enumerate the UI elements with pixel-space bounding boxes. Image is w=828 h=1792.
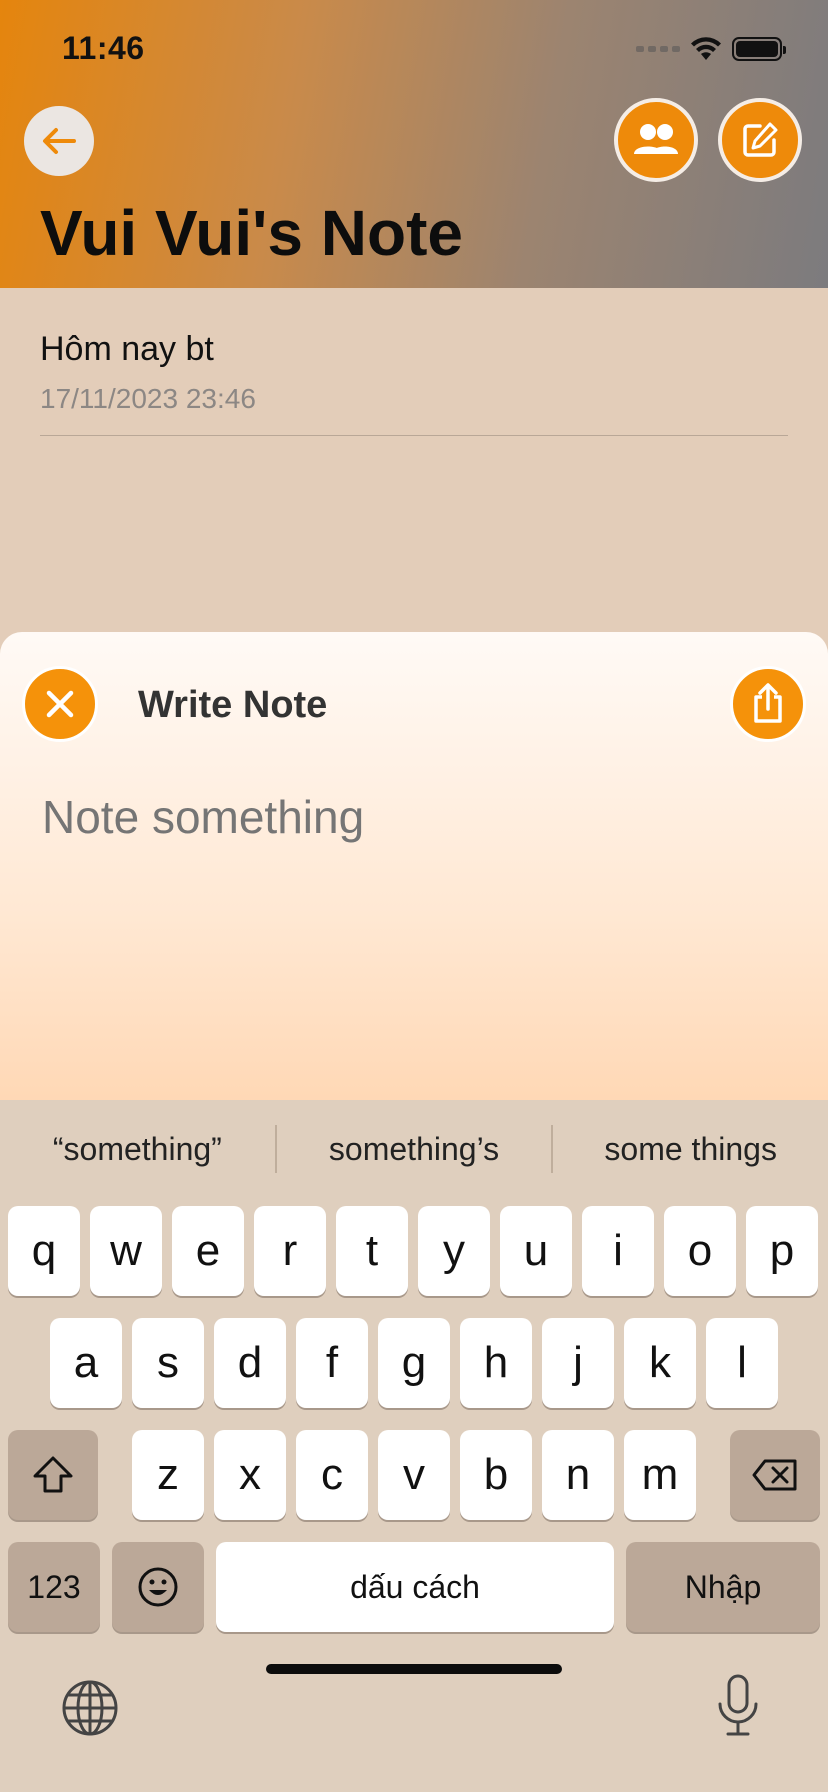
key[interactable]: a bbox=[50, 1318, 122, 1408]
shift-icon bbox=[33, 1456, 73, 1493]
users-icon bbox=[634, 124, 678, 154]
key[interactable]: c bbox=[296, 1430, 368, 1520]
share-upload-icon bbox=[754, 683, 782, 723]
key[interactable]: l bbox=[706, 1318, 778, 1408]
keyboard: “something” something’s some things q w … bbox=[0, 1100, 828, 1792]
compose-note-button[interactable] bbox=[718, 98, 802, 182]
key[interactable]: m bbox=[624, 1430, 696, 1520]
close-button[interactable] bbox=[22, 666, 98, 742]
note-input[interactable] bbox=[42, 782, 782, 852]
suggestion-item[interactable]: something’s bbox=[277, 1131, 552, 1168]
status-time: 11:46 bbox=[62, 30, 145, 66]
key[interactable]: v bbox=[378, 1430, 450, 1520]
key[interactable]: r bbox=[254, 1206, 326, 1296]
compose-icon bbox=[743, 122, 778, 157]
emoji-key[interactable] bbox=[112, 1542, 204, 1632]
key[interactable]: q bbox=[8, 1206, 80, 1296]
backspace-icon bbox=[752, 1459, 797, 1491]
key[interactable]: d bbox=[214, 1318, 286, 1408]
page-title: Vui Vui's Note bbox=[40, 197, 463, 269]
arrow-left-icon bbox=[43, 128, 76, 154]
microphone-icon[interactable] bbox=[716, 1674, 760, 1738]
back-button[interactable] bbox=[24, 106, 94, 176]
note-list: Hôm nay bt 17/11/2023 23:46 bbox=[40, 330, 788, 436]
key[interactable]: t bbox=[336, 1206, 408, 1296]
key[interactable]: j bbox=[542, 1318, 614, 1408]
cellular-signal-icon bbox=[636, 46, 680, 52]
key[interactable]: s bbox=[132, 1318, 204, 1408]
write-note-sheet: Write Note bbox=[0, 632, 828, 1102]
share-users-button[interactable] bbox=[614, 98, 698, 182]
status-icons bbox=[636, 36, 786, 62]
suggestion-bar: “something” something’s some things bbox=[0, 1100, 828, 1198]
key[interactable]: p bbox=[746, 1206, 818, 1296]
save-share-button[interactable] bbox=[730, 666, 806, 742]
home-indicator bbox=[266, 1664, 562, 1674]
note-title: Hôm nay bt bbox=[40, 330, 214, 368]
emoji-icon bbox=[138, 1567, 178, 1607]
key[interactable]: u bbox=[500, 1206, 572, 1296]
key[interactable]: z bbox=[132, 1430, 204, 1520]
header: 11:46 Vui Vui's Note bbox=[0, 0, 828, 288]
key[interactable]: n bbox=[542, 1430, 614, 1520]
note-date: 17/11/2023 23:46 bbox=[40, 383, 256, 414]
wifi-icon bbox=[691, 37, 721, 60]
key[interactable]: h bbox=[460, 1318, 532, 1408]
space-key[interactable]: dấu cách bbox=[216, 1542, 614, 1632]
key[interactable]: w bbox=[90, 1206, 162, 1296]
sheet-title: Write Note bbox=[138, 684, 328, 726]
shift-key[interactable] bbox=[8, 1430, 98, 1520]
key[interactable]: o bbox=[664, 1206, 736, 1296]
suggestion-item[interactable]: some things bbox=[553, 1131, 828, 1168]
key[interactable]: e bbox=[172, 1206, 244, 1296]
key[interactable]: b bbox=[460, 1430, 532, 1520]
close-icon bbox=[46, 690, 74, 718]
delete-key[interactable] bbox=[730, 1430, 820, 1520]
battery-icon bbox=[732, 37, 786, 61]
globe-icon[interactable] bbox=[60, 1678, 120, 1738]
key[interactable]: y bbox=[418, 1206, 490, 1296]
suggestion-item[interactable]: “something” bbox=[0, 1131, 275, 1168]
key[interactable]: x bbox=[214, 1430, 286, 1520]
key[interactable]: f bbox=[296, 1318, 368, 1408]
key[interactable]: k bbox=[624, 1318, 696, 1408]
numbers-key[interactable]: 123 bbox=[8, 1542, 100, 1632]
list-item[interactable]: Hôm nay bt 17/11/2023 23:46 bbox=[40, 330, 788, 436]
key[interactable]: i bbox=[582, 1206, 654, 1296]
return-key[interactable]: Nhập bbox=[626, 1542, 820, 1632]
key[interactable]: g bbox=[378, 1318, 450, 1408]
